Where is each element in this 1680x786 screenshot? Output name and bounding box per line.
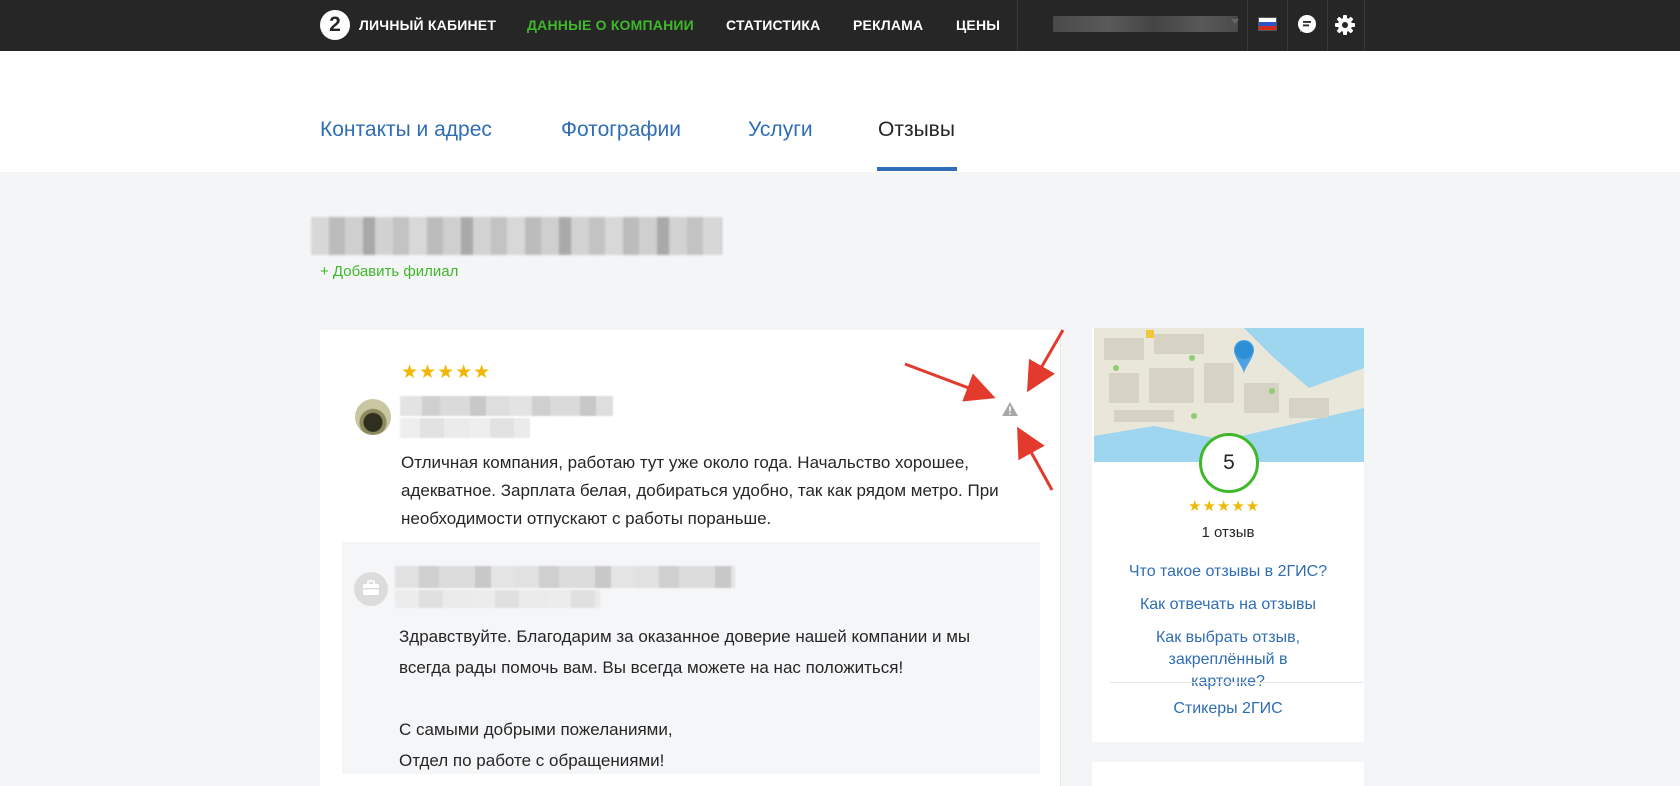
account-select[interactable]	[1053, 16, 1238, 32]
reply-author-redacted	[395, 566, 735, 588]
tab-photos[interactable]: Фотографии	[561, 118, 681, 142]
tab-contacts[interactable]: Контакты и адрес	[320, 118, 492, 142]
divider	[1364, 0, 1365, 51]
nav-company-data[interactable]: ДАННЫЕ О КОМПАНИИ	[527, 17, 694, 33]
tab-services[interactable]: Услуги	[748, 118, 813, 142]
briefcase-icon	[354, 572, 388, 606]
reply-closing: С самыми добрыми пожеланиями,	[399, 720, 673, 739]
help-link-what-are-reviews[interactable]: Что такое отзывы в 2ГИС?	[1092, 561, 1364, 583]
brand-link[interactable]: ЛИЧНЫЙ КАБИНЕТ	[359, 17, 496, 33]
tabs-bar: Контакты и адрес Фотографии Услуги Отзыв…	[0, 51, 1680, 172]
company-name-redacted	[311, 217, 722, 255]
warning-icon[interactable]	[1001, 401, 1019, 417]
reviewer-name-redacted	[400, 396, 613, 416]
reply-text: Здравствуйте. Благодарим за оказанное до…	[399, 621, 1019, 776]
review-rating-stars: ★★★★★	[401, 362, 492, 383]
flag-ru-icon[interactable]	[1258, 17, 1277, 31]
active-tab-indicator	[877, 167, 957, 171]
chevron-down-icon	[1231, 19, 1239, 24]
help-link-stickers[interactable]: Стикеры 2ГИС	[1092, 698, 1364, 720]
divider	[1060, 330, 1061, 786]
tab-reviews[interactable]: Отзывы	[878, 118, 955, 142]
reply-paragraph: Здравствуйте. Благодарим за оказанное до…	[399, 627, 971, 677]
help-link-pinned-review[interactable]: Как выбрать отзыв, закреплённый в карточ…	[1092, 627, 1364, 693]
review-count: 1 отзыв	[1201, 524, 1255, 541]
avatar	[355, 399, 391, 435]
sidebar-card	[1092, 762, 1364, 786]
review-date-redacted	[400, 418, 530, 438]
nav-prices[interactable]: ЦЕНЫ	[956, 17, 1000, 33]
reply-date-redacted	[395, 590, 600, 608]
divider	[1287, 0, 1288, 51]
divider	[1017, 0, 1018, 51]
divider	[1247, 0, 1248, 51]
rating-score: 5	[1199, 433, 1259, 493]
top-bar	[0, 0, 1680, 51]
reply-signature: Отдел по работе с обращениями!	[399, 751, 665, 770]
chat-icon[interactable]	[1295, 13, 1319, 37]
add-branch-link[interactable]: + Добавить филиал	[320, 263, 458, 280]
nav-statistics[interactable]: СТАТИСТИКА	[726, 17, 821, 33]
gear-icon[interactable]	[1333, 13, 1357, 37]
divider	[1110, 682, 1363, 683]
review-text: Отличная компания, работаю тут уже около…	[401, 453, 999, 528]
nav-advertising[interactable]: РЕКЛАМА	[853, 17, 923, 33]
sidebar-rating-stars: ★★★★★	[1188, 498, 1261, 515]
divider	[1327, 0, 1328, 51]
help-link-how-to-reply[interactable]: Как отвечать на отзывы	[1092, 594, 1364, 616]
logo-icon[interactable]: 2	[320, 10, 350, 40]
